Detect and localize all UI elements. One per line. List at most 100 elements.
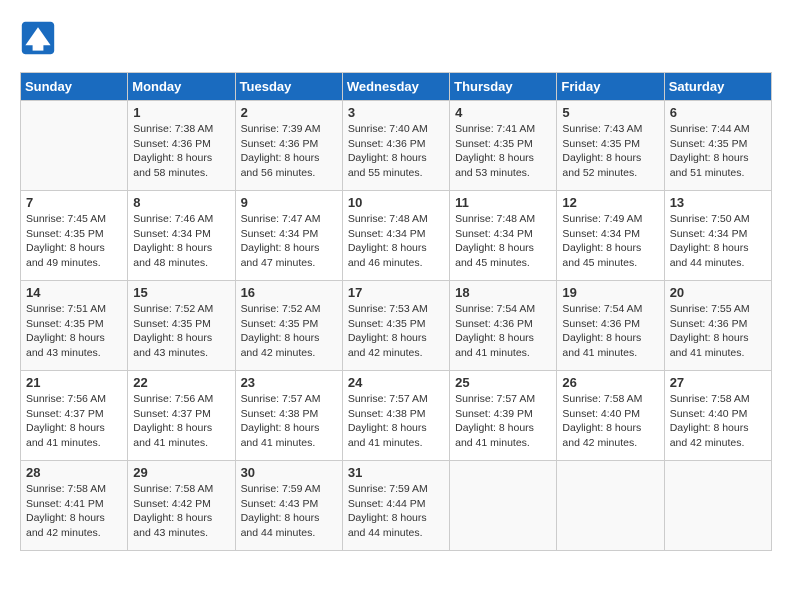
calendar-week-1: 1Sunrise: 7:38 AMSunset: 4:36 PMDaylight… <box>21 101 772 191</box>
calendar-table: SundayMondayTuesdayWednesdayThursdayFrid… <box>20 72 772 551</box>
calendar-cell: 16 Sunrise: 7:52 AMSunset: 4:35 PMDayligh… <box>235 281 342 371</box>
col-header-friday: Friday <box>557 73 664 101</box>
cell-content: Sunrise: 7:58 AMSunset: 4:40 PMDaylight:… <box>562 392 658 451</box>
cell-content: Sunrise: 7:58 AMSunset: 4:40 PMDaylight:… <box>670 392 766 451</box>
day-number: 28 <box>26 465 122 480</box>
col-header-thursday: Thursday <box>450 73 557 101</box>
calendar-cell: 29 Sunrise: 7:58 AMSunset: 4:42 PMDayligh… <box>128 461 235 551</box>
calendar-week-4: 21Sunrise: 7:56 AMSunset: 4:37 PMDayligh… <box>21 371 772 461</box>
cell-content: Sunrise: 7:59 AMSunset: 4:43 PMDaylight:… <box>241 482 337 541</box>
day-number: 9 <box>241 195 337 210</box>
calendar-cell: 17 Sunrise: 7:53 AMSunset: 4:35 PMDayligh… <box>342 281 449 371</box>
day-number: 23 <box>241 375 337 390</box>
cell-content: Sunrise: 7:53 AMSunset: 4:35 PMDaylight:… <box>348 302 444 361</box>
calendar-cell: 10 Sunrise: 7:48 AMSunset: 4:34 PMDayligh… <box>342 191 449 281</box>
cell-content: Sunrise: 7:59 AMSunset: 4:44 PMDaylight:… <box>348 482 444 541</box>
calendar-cell: 20 Sunrise: 7:55 AMSunset: 4:36 PMDayligh… <box>664 281 771 371</box>
cell-content: Sunrise: 7:56 AMSunset: 4:37 PMDaylight:… <box>133 392 229 451</box>
cell-content: Sunrise: 7:51 AMSunset: 4:35 PMDaylight:… <box>26 302 122 361</box>
calendar-cell: 3 Sunrise: 7:40 AMSunset: 4:36 PMDaylight… <box>342 101 449 191</box>
calendar-cell: 27 Sunrise: 7:58 AMSunset: 4:40 PMDayligh… <box>664 371 771 461</box>
day-number: 16 <box>241 285 337 300</box>
calendar-cell: 18 Sunrise: 7:54 AMSunset: 4:36 PMDayligh… <box>450 281 557 371</box>
calendar-cell <box>21 101 128 191</box>
cell-content: Sunrise: 7:48 AMSunset: 4:34 PMDaylight:… <box>455 212 551 271</box>
calendar-cell: 5 Sunrise: 7:43 AMSunset: 4:35 PMDaylight… <box>557 101 664 191</box>
cell-content: Sunrise: 7:45 AMSunset: 4:35 PMDaylight:… <box>26 212 122 271</box>
cell-content: Sunrise: 7:54 AMSunset: 4:36 PMDaylight:… <box>562 302 658 361</box>
calendar-cell: 25Sunrise: 7:57 AMSunset: 4:39 PMDayligh… <box>450 371 557 461</box>
calendar-week-5: 28 Sunrise: 7:58 AMSunset: 4:41 PMDayligh… <box>21 461 772 551</box>
cell-content: Sunrise: 7:58 AMSunset: 4:41 PMDaylight:… <box>26 482 122 541</box>
day-number: 17 <box>348 285 444 300</box>
logo <box>20 20 60 56</box>
day-number: 18 <box>455 285 551 300</box>
calendar-cell: 12 Sunrise: 7:49 AMSunset: 4:34 PMDayligh… <box>557 191 664 281</box>
day-number: 14 <box>26 285 122 300</box>
cell-content: Sunrise: 7:58 AMSunset: 4:42 PMDaylight:… <box>133 482 229 541</box>
calendar-cell: 22 Sunrise: 7:56 AMSunset: 4:37 PMDayligh… <box>128 371 235 461</box>
calendar-cell <box>557 461 664 551</box>
calendar-week-2: 7 Sunrise: 7:45 AMSunset: 4:35 PMDaylight… <box>21 191 772 281</box>
col-header-monday: Monday <box>128 73 235 101</box>
calendar-cell <box>450 461 557 551</box>
day-number: 19 <box>562 285 658 300</box>
cell-content: Sunrise: 7:38 AMSunset: 4:36 PMDaylight:… <box>133 122 229 181</box>
calendar-cell: 23 Sunrise: 7:57 AMSunset: 4:38 PMDayligh… <box>235 371 342 461</box>
cell-content: Sunrise: 7:39 AMSunset: 4:36 PMDaylight:… <box>241 122 337 181</box>
day-number: 30 <box>241 465 337 480</box>
calendar-cell: 4 Sunrise: 7:41 AMSunset: 4:35 PMDaylight… <box>450 101 557 191</box>
day-number: 15 <box>133 285 229 300</box>
page-header <box>20 20 772 56</box>
cell-content: Sunrise: 7:56 AMSunset: 4:37 PMDaylight:… <box>26 392 122 451</box>
cell-content: Sunrise: 7:41 AMSunset: 4:35 PMDaylight:… <box>455 122 551 181</box>
day-number: 4 <box>455 105 551 120</box>
cell-content: Sunrise: 7:49 AMSunset: 4:34 PMDaylight:… <box>562 212 658 271</box>
calendar-cell: 6Sunrise: 7:44 AMSunset: 4:35 PMDaylight… <box>664 101 771 191</box>
day-number: 5 <box>562 105 658 120</box>
day-number: 20 <box>670 285 766 300</box>
logo-icon <box>20 20 56 56</box>
day-number: 25 <box>455 375 551 390</box>
calendar-cell: 8 Sunrise: 7:46 AMSunset: 4:34 PMDaylight… <box>128 191 235 281</box>
day-number: 8 <box>133 195 229 210</box>
cell-content: Sunrise: 7:48 AMSunset: 4:34 PMDaylight:… <box>348 212 444 271</box>
day-number: 26 <box>562 375 658 390</box>
day-number: 11 <box>455 195 551 210</box>
cell-content: Sunrise: 7:55 AMSunset: 4:36 PMDaylight:… <box>670 302 766 361</box>
cell-content: Sunrise: 7:44 AMSunset: 4:35 PMDaylight:… <box>670 122 766 181</box>
calendar-cell: 2 Sunrise: 7:39 AMSunset: 4:36 PMDaylight… <box>235 101 342 191</box>
day-number: 7 <box>26 195 122 210</box>
calendar-cell: 15 Sunrise: 7:52 AMSunset: 4:35 PMDayligh… <box>128 281 235 371</box>
calendar-cell: 31 Sunrise: 7:59 AMSunset: 4:44 PMDayligh… <box>342 461 449 551</box>
cell-content: Sunrise: 7:46 AMSunset: 4:34 PMDaylight:… <box>133 212 229 271</box>
col-header-tuesday: Tuesday <box>235 73 342 101</box>
cell-content: Sunrise: 7:57 AMSunset: 4:38 PMDaylight:… <box>241 392 337 451</box>
calendar-cell: 14 Sunrise: 7:51 AMSunset: 4:35 PMDayligh… <box>21 281 128 371</box>
cell-content: Sunrise: 7:52 AMSunset: 4:35 PMDaylight:… <box>133 302 229 361</box>
day-number: 29 <box>133 465 229 480</box>
cell-content: Sunrise: 7:50 AMSunset: 4:34 PMDaylight:… <box>670 212 766 271</box>
calendar-cell: 13 Sunrise: 7:50 AMSunset: 4:34 PMDayligh… <box>664 191 771 281</box>
day-number: 22 <box>133 375 229 390</box>
day-number: 31 <box>348 465 444 480</box>
col-header-saturday: Saturday <box>664 73 771 101</box>
cell-content: Sunrise: 7:57 AMSunset: 4:38 PMDaylight:… <box>348 392 444 451</box>
cell-content: Sunrise: 7:47 AMSunset: 4:34 PMDaylight:… <box>241 212 337 271</box>
calendar-cell <box>664 461 771 551</box>
cell-content: Sunrise: 7:43 AMSunset: 4:35 PMDaylight:… <box>562 122 658 181</box>
day-number: 27 <box>670 375 766 390</box>
calendar-cell: 19 Sunrise: 7:54 AMSunset: 4:36 PMDayligh… <box>557 281 664 371</box>
day-number: 2 <box>241 105 337 120</box>
calendar-cell: 11 Sunrise: 7:48 AMSunset: 4:34 PMDayligh… <box>450 191 557 281</box>
day-number: 3 <box>348 105 444 120</box>
cell-content: Sunrise: 7:54 AMSunset: 4:36 PMDaylight:… <box>455 302 551 361</box>
day-number: 10 <box>348 195 444 210</box>
cell-content: Sunrise: 7:40 AMSunset: 4:36 PMDaylight:… <box>348 122 444 181</box>
calendar-cell: 28 Sunrise: 7:58 AMSunset: 4:41 PMDayligh… <box>21 461 128 551</box>
day-number: 24 <box>348 375 444 390</box>
cell-content: Sunrise: 7:52 AMSunset: 4:35 PMDaylight:… <box>241 302 337 361</box>
col-header-wednesday: Wednesday <box>342 73 449 101</box>
day-number: 12 <box>562 195 658 210</box>
day-number: 13 <box>670 195 766 210</box>
